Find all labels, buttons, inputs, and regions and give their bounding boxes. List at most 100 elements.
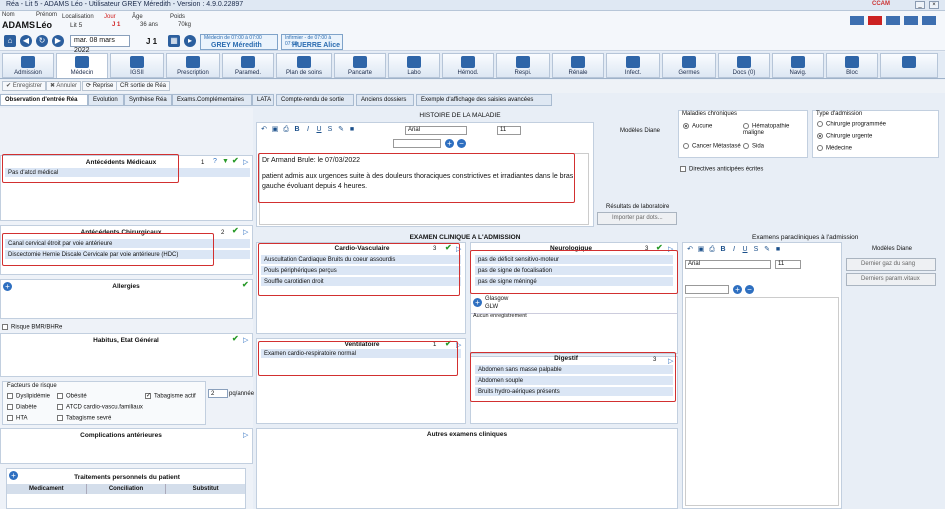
tab-navig[interactable]: Navig. [772, 53, 824, 78]
undo-icon[interactable]: ↶ [260, 126, 268, 134]
signal-icon[interactable] [904, 16, 918, 25]
subtab-compte-rendu[interactable]: Compte-rendu de sortie [276, 94, 354, 106]
validate-icon[interactable]: ✔ [242, 280, 249, 289]
obesite-checkbox[interactable]: Obésité [57, 393, 87, 400]
back-icon[interactable]: ◀ [20, 35, 32, 47]
color-icon[interactable]: ■ [774, 246, 782, 254]
tab-tools[interactable] [880, 53, 938, 78]
atcd-cardio-checkbox[interactable]: ATCD cardio-vascu.familiaux [57, 404, 143, 411]
bold-icon[interactable]: B [719, 246, 727, 254]
strike-icon[interactable]: S [326, 126, 334, 134]
tab-igsii[interactable]: IGSII [110, 53, 164, 78]
validate-icon[interactable]: ✔ [232, 334, 239, 343]
forward-icon[interactable]: ▶ [52, 35, 64, 47]
font-select[interactable]: Arial [405, 126, 467, 135]
medecin-badge[interactable]: Médecin de 07:00 à 07:00 GREY Méredith [200, 34, 278, 50]
chart-icon[interactable] [850, 16, 864, 25]
subtab-anciens[interactable]: Anciens dossiers [356, 94, 414, 106]
strike-icon[interactable]: S [752, 246, 760, 254]
close-button[interactable]: × [929, 1, 939, 9]
infirmier-badge[interactable]: Infirmier - de 07:00 à 07:00 HUERRE Alic… [281, 34, 343, 50]
add-icon[interactable]: + [9, 471, 18, 480]
italic-icon[interactable]: I [730, 246, 738, 254]
ccam-icon[interactable]: CCAM [872, 1, 890, 7]
tab-germes[interactable]: Germes [662, 53, 716, 78]
filter-icon[interactable]: ▼ [222, 158, 229, 165]
radio-chirurgie-urgente[interactable]: Chirurgie urgente [817, 133, 872, 140]
dyslipidemie-checkbox[interactable]: Dyslipidémie [7, 393, 50, 400]
edit-icon[interactable]: ▷ [243, 431, 248, 439]
radio-chirurgie-programmee[interactable]: Chirurgie programmée [817, 121, 886, 128]
underline-icon[interactable]: U [315, 126, 323, 134]
wave-icon[interactable] [922, 16, 936, 25]
paquets-input[interactable]: 2 [208, 389, 228, 398]
underline-icon[interactable]: U [741, 246, 749, 254]
tab-respi[interactable]: Respi. [496, 53, 550, 78]
tab-prescription[interactable]: Prescription [166, 53, 220, 78]
radio-cancer[interactable]: Cancer Métastasé [683, 143, 741, 150]
edit-icon[interactable]: ▷ [243, 228, 248, 236]
edit-icon[interactable]: ▷ [243, 336, 248, 344]
tab-hemod[interactable]: Hémod. [442, 53, 494, 78]
pen-icon[interactable]: ✎ [763, 246, 771, 254]
cr-sortie-button[interactable]: CR sortie de Réa [116, 81, 171, 91]
subtab-evolution[interactable]: Evolution [88, 94, 124, 106]
directives-checkbox[interactable]: Directives anticipées écrites [680, 166, 763, 173]
subtab-synthese[interactable]: Synthèse Réa [124, 94, 172, 106]
home-icon[interactable]: ⌂ [4, 35, 16, 47]
add-icon[interactable]: + [3, 282, 12, 291]
help-icon[interactable]: ? [213, 158, 217, 165]
reprise-button[interactable]: ⟳ Reprise [82, 81, 118, 91]
pen-icon[interactable]: ✎ [337, 126, 345, 134]
save-icon[interactable]: ▣ [697, 246, 705, 254]
paraclinique-text-area[interactable] [685, 297, 839, 506]
tab-pancarte[interactable]: Pancarte [334, 53, 386, 78]
subtab-lata[interactable]: LATA [252, 94, 274, 106]
size-select[interactable]: 11 [775, 260, 801, 269]
radio-hematopathie[interactable]: Hématopathie maligne [743, 123, 807, 136]
add-icon[interactable]: + [473, 298, 482, 307]
import-labo-button[interactable]: Importer par dots... [597, 212, 677, 225]
remove-icon[interactable]: − [457, 139, 466, 148]
save-button[interactable]: ✔ Enregistrer [2, 81, 47, 91]
calendar-icon[interactable]: ▦ [168, 35, 180, 47]
color-icon[interactable]: ■ [348, 126, 356, 134]
derniers-param-button[interactable]: Derniers param.vitaux [846, 273, 936, 286]
validate-icon[interactable]: ✔ [232, 226, 239, 235]
add-icon[interactable]: + [445, 139, 454, 148]
undo-icon[interactable]: ↶ [686, 246, 694, 254]
date-picker[interactable]: mar. 08 mars 2022 [70, 35, 130, 54]
remove-icon[interactable]: − [745, 285, 754, 294]
tab-labo[interactable]: Labo [388, 53, 440, 78]
subtab-exemple[interactable]: Exemple d'affichage des saisies avancées [416, 94, 552, 106]
radio-medecine[interactable]: Médecine [817, 145, 852, 152]
cancel-button[interactable]: ✖ Annuler [46, 81, 82, 91]
search-input[interactable] [685, 285, 729, 294]
tab-bloc[interactable]: Bloc [826, 53, 878, 78]
tabagisme-sevre-checkbox[interactable]: Tabagisme sevré [57, 415, 111, 422]
minimize-button[interactable]: _ [915, 1, 925, 9]
font-select[interactable]: Arial [685, 260, 771, 269]
paraclinique-editor[interactable]: ↶ ▣ ⎙ B I U S ✎ ■ Arial 11 + − [682, 242, 842, 509]
tab-renale[interactable]: Rénale [552, 53, 604, 78]
print-icon[interactable]: ⎙ [282, 126, 290, 134]
tab-infect[interactable]: Infect. [606, 53, 660, 78]
tab-admission[interactable]: Admission [2, 53, 54, 78]
diabete-checkbox[interactable]: Diabète [7, 404, 37, 411]
bold-icon[interactable]: B [293, 126, 301, 134]
alert-icon[interactable] [868, 16, 882, 25]
tabagisme-actif-checkbox[interactable]: ✓ Tabagisme actif [145, 393, 196, 400]
validate-icon[interactable]: ✔ [232, 156, 239, 165]
dernier-gaz-button[interactable]: Dernier gaz du sang [846, 258, 936, 271]
tab-medecin[interactable]: Médecin [56, 53, 108, 78]
tab-paramed[interactable]: Paramed. [222, 53, 274, 78]
search-input[interactable] [393, 139, 441, 148]
print-icon[interactable]: ⎙ [708, 246, 716, 254]
hta-checkbox[interactable]: HTA [7, 415, 28, 422]
monitor-icon[interactable] [886, 16, 900, 25]
tab-docs[interactable]: Docs (0) [718, 53, 770, 78]
tab-plan-de-soins[interactable]: Plan de soins [276, 53, 332, 78]
radio-sida[interactable]: Sida [743, 143, 764, 150]
save-icon[interactable]: ▣ [271, 126, 279, 134]
size-select[interactable]: 11 [497, 126, 521, 135]
